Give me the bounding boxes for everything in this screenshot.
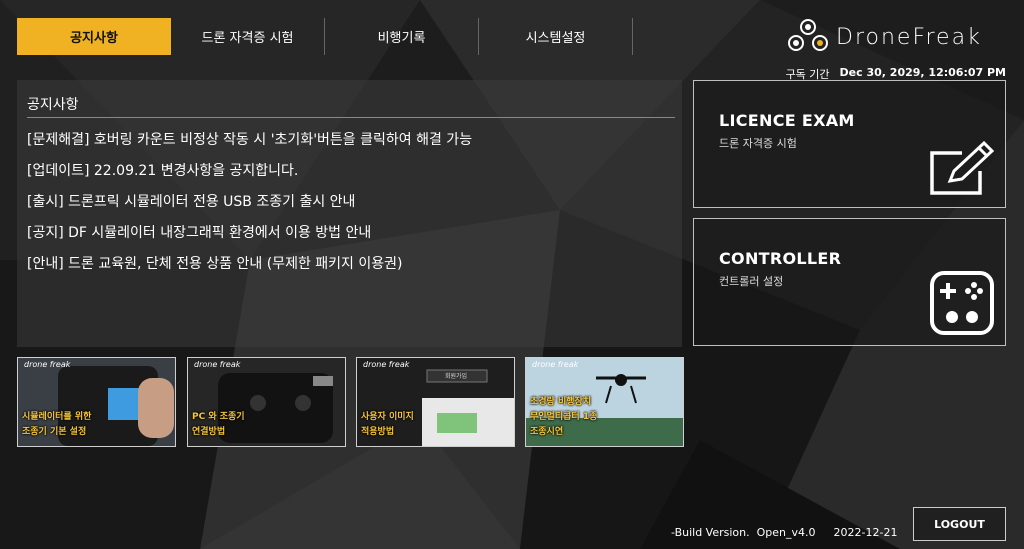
thumbnail-caption: 초경량 비행장치 무인멀티콥터 1종 조종시연 bbox=[530, 397, 598, 437]
tab-notices[interactable]: 공지사항 bbox=[17, 18, 171, 55]
video-thumbnail-pc-connection[interactable]: drone freak PC 와 조종기 연결방법 bbox=[187, 357, 346, 447]
licence-exam-card[interactable]: LICENCE EXAM 드론 자격증 시험 bbox=[693, 80, 1006, 208]
build-label: -Build Version. bbox=[671, 526, 750, 539]
notice-item[interactable]: [출시] 드론프릭 시뮬레이터 전용 USB 조종기 출시 안내 bbox=[27, 191, 672, 211]
gamepad-icon bbox=[930, 271, 994, 335]
build-date: 2022-12-21 bbox=[833, 526, 898, 539]
logo-text: DroneFreak bbox=[836, 24, 982, 50]
thumbnail-logo: drone freak bbox=[532, 360, 579, 369]
notice-item[interactable]: [업데이트] 22.09.21 변경사항을 공지합니다. bbox=[27, 160, 672, 180]
tab-system-settings[interactable]: 시스템설정 bbox=[479, 18, 633, 55]
thumbnail-logo: drone freak bbox=[194, 360, 241, 369]
logout-button[interactable]: LOGOUT bbox=[913, 507, 1006, 541]
notice-title: 공지사항 bbox=[27, 94, 675, 118]
pencil-edit-icon bbox=[930, 141, 995, 195]
video-thumbnail-controller-setup[interactable]: drone freak 시뮬레이터를 위한 조종기 기본 설정 bbox=[17, 357, 176, 447]
thumbnail-caption: 사용자 이미지 적용방법 bbox=[361, 412, 414, 437]
thumbnail-caption: 시뮬레이터를 위한 조종기 기본 설정 bbox=[22, 412, 92, 437]
tab-flight-log[interactable]: 비행기록 bbox=[325, 18, 479, 55]
build-info: -Build Version. Open_v4.0 2022-12-21 bbox=[671, 526, 897, 539]
main-tabs: 공지사항 드론 자격증 시험 비행기록 시스템설정 bbox=[17, 18, 633, 55]
notice-item[interactable]: [문제해결] 호버링 카운트 비정상 작동 시 '초기화'버튼을 클릭하여 해결… bbox=[27, 129, 672, 149]
notice-item[interactable]: [공지] DF 시뮬레이터 내장그래픽 환경에서 이용 방법 안내 bbox=[27, 222, 672, 242]
controller-card[interactable]: CONTROLLER 컨트롤러 설정 bbox=[693, 218, 1006, 346]
controller-subtitle: 컨트롤러 설정 bbox=[719, 275, 784, 288]
build-version: Open_v4.0 bbox=[756, 526, 816, 539]
thumbnail-logo: drone freak bbox=[24, 360, 71, 369]
licence-exam-subtitle: 드론 자격증 시험 bbox=[719, 137, 797, 150]
signup-label: 회원가입 bbox=[445, 373, 468, 380]
notice-panel: 공지사항 [문제해결] 호버링 카운트 비정상 작동 시 '초기화'버튼을 클릭… bbox=[17, 80, 682, 347]
licence-exam-title: LICENCE EXAM bbox=[719, 111, 855, 130]
controller-title: CONTROLLER bbox=[719, 249, 842, 268]
tab-licence-exam[interactable]: 드론 자격증 시험 bbox=[171, 18, 325, 55]
video-thumbnail-flight-demo[interactable]: drone freak 초경량 비행장치 무인멀티콥터 1종 조종시연 bbox=[525, 357, 684, 447]
video-thumbnail-user-image[interactable]: 회원가입 drone freak 사용자 이미지 적용방법 bbox=[356, 357, 515, 447]
notice-item[interactable]: [안내] 드론 교육원, 단체 전용 상품 안내 (무제한 패키지 이용권) bbox=[27, 253, 672, 273]
drone-logo-icon bbox=[788, 19, 828, 51]
thumbnail-logo: drone freak bbox=[363, 360, 410, 369]
thumbnail-caption: PC 와 조종기 연결방법 bbox=[192, 412, 245, 437]
brand-logo: DroneFreak bbox=[786, 17, 1006, 57]
